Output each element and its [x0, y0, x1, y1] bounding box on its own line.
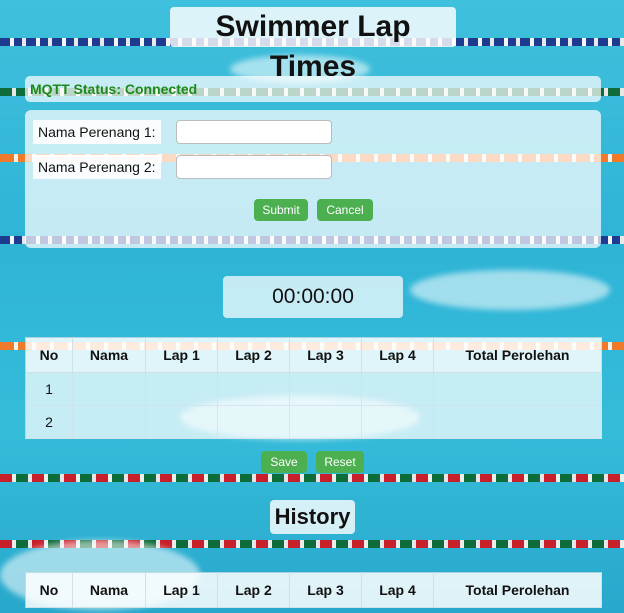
column-header: Lap 2 [217, 337, 290, 373]
cancel-button[interactable]: Cancel [317, 199, 373, 221]
table-cell [289, 372, 362, 406]
table-header-row: No Nama Lap 1 Lap 2 Lap 3 Lap 4 Total Pe… [25, 572, 602, 608]
table-cell [72, 372, 146, 406]
table-cell [361, 372, 434, 406]
column-header: Lap 1 [145, 572, 218, 608]
swimmer2-input[interactable] [176, 155, 332, 179]
column-header: Lap 4 [361, 337, 434, 373]
page-title: Swimmer Lap Times [170, 7, 456, 83]
history-title: History [270, 500, 355, 534]
column-header: Lap 4 [361, 572, 434, 608]
column-header: Nama [72, 572, 146, 608]
table-cell [289, 405, 362, 439]
lap-table: No Nama Lap 1 Lap 2 Lap 3 Lap 4 Total Pe… [25, 337, 602, 439]
table-row: 2 [25, 405, 602, 439]
table-header-row: No Nama Lap 1 Lap 2 Lap 3 Lap 4 Total Pe… [25, 337, 602, 373]
column-header: No [25, 337, 73, 373]
app-content: Swimmer Lap Times MQTT Status: Connected… [0, 0, 624, 613]
column-header: Lap 2 [217, 572, 290, 608]
mqtt-status: MQTT Status: Connected [25, 76, 601, 102]
submit-button[interactable]: Submit [254, 199, 308, 221]
column-header: Lap 1 [145, 337, 218, 373]
table-cell [145, 405, 218, 439]
table-cell: 1 [25, 372, 73, 406]
table-row: 1 [25, 372, 602, 406]
reset-button[interactable]: Reset [316, 451, 364, 473]
column-header: Total Perolehan [433, 337, 602, 373]
swimmer1-label: Nama Perenang 1: [33, 120, 161, 144]
table-cell [217, 372, 290, 406]
column-header: Total Perolehan [433, 572, 602, 608]
swimmer-form: Nama Perenang 1: Nama Perenang 2: Submit… [25, 110, 601, 248]
column-header: Nama [72, 337, 146, 373]
table-cell [361, 405, 434, 439]
table-cell [433, 372, 602, 406]
swimmer1-input[interactable] [176, 120, 332, 144]
table-cell [72, 405, 146, 439]
table-cell [217, 405, 290, 439]
table-cell: 2 [25, 405, 73, 439]
table-cell [433, 405, 602, 439]
save-button[interactable]: Save [261, 451, 307, 473]
swimmer2-label: Nama Perenang 2: [33, 155, 161, 179]
lap-timer: 00:00:00 [223, 276, 403, 318]
column-header: Lap 3 [289, 572, 362, 608]
table-cell [145, 372, 218, 406]
column-header: No [25, 572, 73, 608]
column-header: Lap 3 [289, 337, 362, 373]
history-table: No Nama Lap 1 Lap 2 Lap 3 Lap 4 Total Pe… [25, 572, 602, 608]
